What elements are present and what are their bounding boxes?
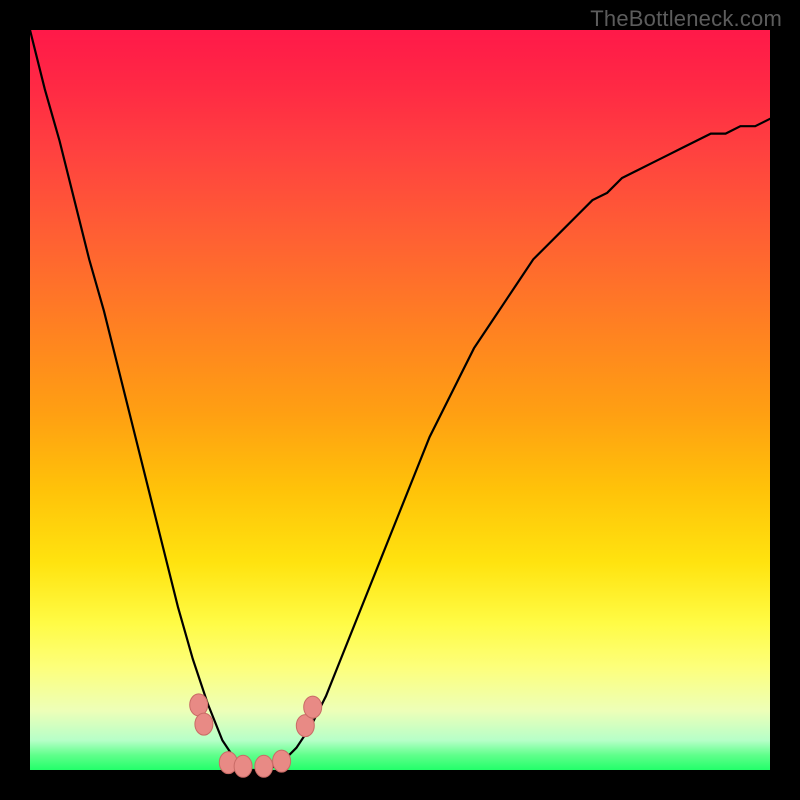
bead-marker (304, 696, 322, 718)
bead-marker (190, 694, 208, 716)
bead-marker (234, 755, 252, 777)
plot-area (30, 30, 770, 770)
bead-marker (273, 750, 291, 772)
bead-marker (195, 713, 213, 735)
chart-frame: TheBottleneck.com (0, 0, 800, 800)
watermark-text: TheBottleneck.com (590, 6, 782, 32)
chart-svg (30, 30, 770, 770)
bead-marker (255, 755, 273, 777)
bottleneck-curve (30, 30, 770, 770)
